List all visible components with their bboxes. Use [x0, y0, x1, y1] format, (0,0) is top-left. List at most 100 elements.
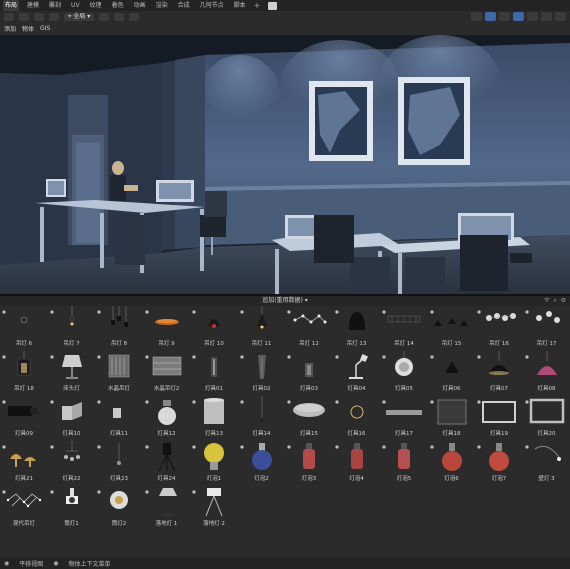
- asset-card[interactable]: 灯泡3: [285, 441, 333, 484]
- asset-card[interactable]: 灯泡7: [475, 441, 523, 484]
- search-icon[interactable]: ⌕: [553, 296, 556, 306]
- asset-card[interactable]: 吊灯 7: [48, 306, 96, 349]
- workspace-tab[interactable]: 布局: [3, 0, 20, 11]
- red-round-bulb-icon: [441, 443, 462, 471]
- linear-pendant-icon: [387, 315, 421, 323]
- asset-card[interactable]: 现代吊灯: [0, 486, 48, 529]
- asset-card[interactable]: 灯具21: [0, 441, 48, 484]
- asset-card[interactable]: 灯具08: [523, 351, 570, 394]
- workspace-tab[interactable]: 动画: [132, 0, 148, 11]
- asset-card[interactable]: 吊灯 12: [285, 306, 333, 349]
- crystal-chandelier-2-icon: [152, 356, 181, 376]
- 3d-viewport[interactable]: [0, 35, 570, 294]
- asset-card[interactable]: 灯具15: [285, 396, 333, 439]
- office-render: [0, 35, 570, 294]
- workspace-tab[interactable]: 合成: [176, 0, 192, 11]
- asset-card[interactable]: 筒灯2: [95, 486, 143, 529]
- asset-card[interactable]: 灯具01: [190, 351, 238, 394]
- asset-card[interactable]: 吊灯 9: [143, 306, 191, 349]
- asset-card[interactable]: 灯具17: [380, 396, 428, 439]
- asset-card[interactable]: 水晶吊灯: [95, 351, 143, 394]
- asset-card[interactable]: 灯具20: [523, 396, 570, 439]
- menu-add[interactable]: 添加: [4, 24, 16, 33]
- asset-card[interactable]: 壁灯 3: [523, 441, 570, 484]
- asset-card[interactable]: 吊灯 15: [428, 306, 476, 349]
- asset-card[interactable]: 落地灯 1: [143, 486, 191, 529]
- import-method-dropdown[interactable]: 追加(重用数据) ▾: [262, 297, 308, 304]
- proportional-edit-button[interactable]: [129, 12, 140, 21]
- asset-card[interactable]: 灯泡6: [428, 441, 476, 484]
- xray-button[interactable]: [513, 12, 524, 21]
- asset-card[interactable]: 吊灯 10: [190, 306, 238, 349]
- asset-card[interactable]: 吊灯 11: [238, 306, 286, 349]
- asset-card[interactable]: 吊灯 8: [95, 306, 143, 349]
- add-workspace-button[interactable]: +: [254, 1, 261, 10]
- workspace-tab[interactable]: UV: [69, 0, 82, 11]
- visibility-button[interactable]: [471, 12, 482, 21]
- asset-card[interactable]: 灯具13: [190, 396, 238, 439]
- menu-object[interactable]: 物体: [22, 24, 34, 33]
- workspace-tab[interactable]: 建模: [25, 0, 41, 11]
- gear-icon[interactable]: ⚙: [561, 296, 566, 306]
- solid-shading-button[interactable]: [527, 12, 538, 21]
- workspace-tab[interactable]: 脚本: [232, 0, 248, 11]
- filter-icon[interactable]: ⛛: [544, 296, 549, 306]
- asset-card[interactable]: 吊灯 6: [0, 306, 48, 349]
- asset-card[interactable]: 吊灯 14: [380, 306, 428, 349]
- asset-card[interactable]: 灯具12: [143, 396, 191, 439]
- transform-orientation-dropdown[interactable]: ⌖ 全局 ▾: [64, 12, 95, 21]
- workspace-tab[interactable]: 渲染: [154, 0, 170, 11]
- red-round-bulb-2-icon: [489, 443, 509, 471]
- snap-button[interactable]: [114, 12, 125, 21]
- asset-card[interactable]: 灯泡4: [333, 441, 381, 484]
- select-mode-button[interactable]: [34, 12, 44, 21]
- menu-gis[interactable]: GIS: [40, 25, 50, 32]
- asset-card[interactable]: 灯具03: [285, 351, 333, 394]
- asset-card[interactable]: 水晶吊灯2: [143, 351, 191, 394]
- asset-card[interactable]: 床头灯: [48, 351, 96, 394]
- workspace-tab[interactable]: 雕刻: [47, 0, 63, 11]
- asset-card[interactable]: 吊灯 18: [0, 351, 48, 394]
- asset-card[interactable]: 灯泡2: [238, 441, 286, 484]
- asset-card[interactable]: 灯泡1: [190, 441, 238, 484]
- workspace-tab[interactable]: 几何节点: [198, 0, 226, 11]
- asset-card[interactable]: 灯具09: [0, 396, 48, 439]
- mode-button[interactable]: [19, 12, 29, 21]
- asset-card[interactable]: 灯具14: [238, 396, 286, 439]
- workspace-tab[interactable]: 着色: [110, 0, 126, 11]
- asset-label: 灯具23: [110, 476, 128, 482]
- select-box-button[interactable]: [49, 12, 59, 21]
- status-bar: ◉ 平移视图 ◉ 物体上下文菜单: [0, 558, 570, 569]
- asset-card[interactable]: 灯具02: [238, 351, 286, 394]
- asset-card[interactable]: 灯具11: [95, 396, 143, 439]
- asset-card[interactable]: 灯具19: [475, 396, 523, 439]
- asset-card[interactable]: 落地灯 2: [190, 486, 238, 529]
- asset-card[interactable]: 吊灯 17: [523, 306, 570, 349]
- gizmo-button[interactable]: [485, 12, 496, 21]
- asset-card[interactable]: 灯具23: [95, 441, 143, 484]
- asset-card[interactable]: 灯具05: [380, 351, 428, 394]
- asset-card[interactable]: 灯具24: [143, 441, 191, 484]
- thin-pendant-icon: [259, 396, 264, 422]
- asset-label: 吊灯 16: [489, 341, 509, 347]
- asset-card[interactable]: 灯具16: [333, 396, 381, 439]
- asset-label: 落地灯 2: [203, 521, 225, 527]
- black-bowl-icon: [489, 351, 509, 375]
- asset-card[interactable]: 灯具18: [428, 396, 476, 439]
- render-shading-button[interactable]: [555, 12, 566, 21]
- asset-card[interactable]: 灯具10: [48, 396, 96, 439]
- asset-label: 筒灯2: [111, 521, 127, 527]
- asset-card[interactable]: 筒灯1: [48, 486, 96, 529]
- asset-card[interactable]: 灯具06: [428, 351, 476, 394]
- asset-card[interactable]: 吊灯 13: [333, 306, 381, 349]
- pivot-button[interactable]: [99, 12, 110, 21]
- asset-card[interactable]: 灯具07: [475, 351, 523, 394]
- editor-type-button[interactable]: [4, 12, 14, 21]
- material-shading-button[interactable]: [541, 12, 552, 21]
- workspace-tab[interactable]: 纹理: [88, 0, 104, 11]
- asset-card[interactable]: 灯具04: [333, 351, 381, 394]
- overlay-button[interactable]: [499, 12, 510, 21]
- asset-card[interactable]: 吊灯 16: [475, 306, 523, 349]
- asset-card[interactable]: 灯泡5: [380, 441, 428, 484]
- asset-card[interactable]: 灯具22: [48, 441, 96, 484]
